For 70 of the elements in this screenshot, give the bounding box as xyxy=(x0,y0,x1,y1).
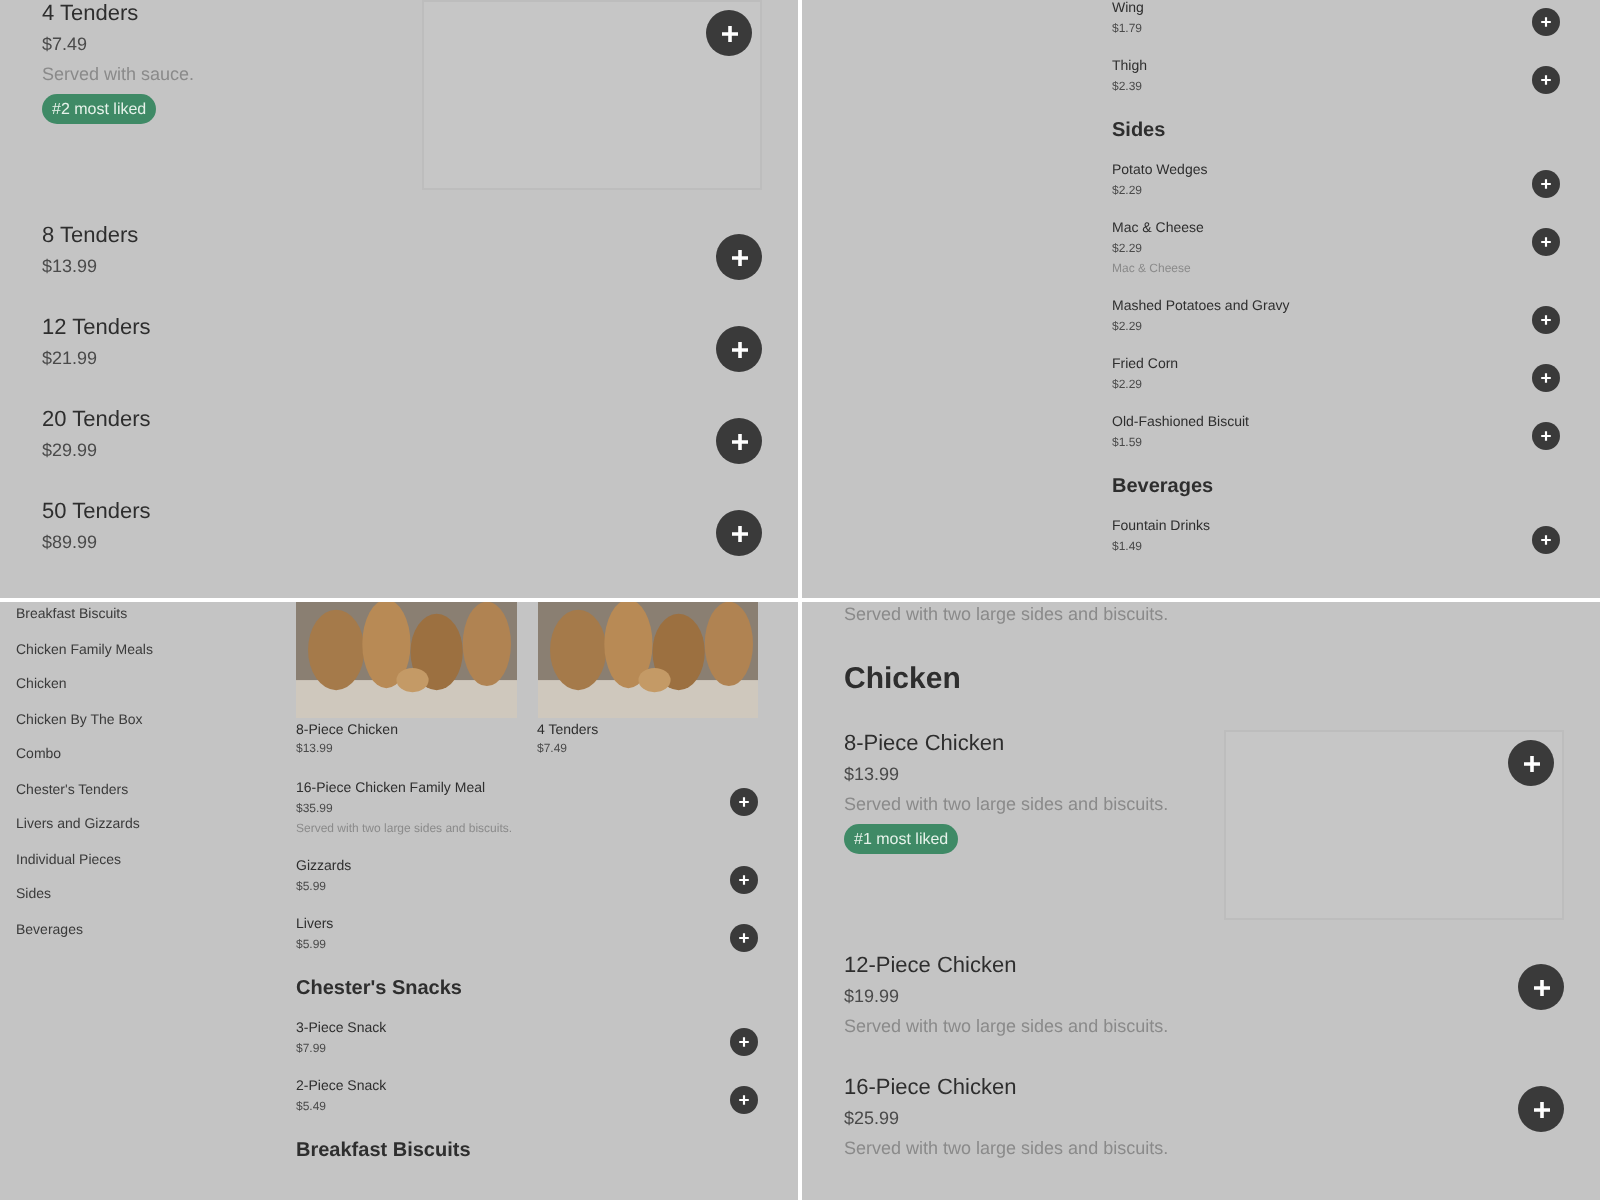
add-button[interactable] xyxy=(1532,364,1560,392)
add-button[interactable] xyxy=(730,1028,758,1056)
add-button[interactable] xyxy=(1508,740,1554,786)
add-button[interactable] xyxy=(730,1086,758,1114)
add-button[interactable] xyxy=(1532,228,1560,256)
most-liked-badge: #2 most liked xyxy=(42,94,157,124)
section-title: Sides xyxy=(1112,120,1168,144)
plus-icon xyxy=(738,796,750,808)
add-button[interactable] xyxy=(730,788,758,816)
item-price: $25.99 xyxy=(844,1106,902,1132)
plus-icon xyxy=(729,339,749,359)
item-name: 50 Tenders xyxy=(42,498,151,528)
plus-icon xyxy=(1540,16,1552,28)
add-button[interactable] xyxy=(1532,170,1560,198)
item-name: 8-Piece Chicken xyxy=(844,730,1007,760)
item-name: 4 Tenders xyxy=(42,0,141,30)
add-button[interactable] xyxy=(716,418,762,464)
plus-icon xyxy=(738,932,750,944)
item-description: Served with two large sides and biscuits. xyxy=(844,1014,1169,1040)
section-title: Chester's Snacks xyxy=(296,978,464,1002)
plus-icon xyxy=(719,23,739,43)
plus-icon xyxy=(729,431,749,451)
add-button[interactable] xyxy=(716,326,762,372)
section-title: Beverages xyxy=(1112,476,1216,500)
plus-icon xyxy=(729,247,749,267)
item-description: Served with two large sides and biscuits. xyxy=(844,1136,1169,1162)
plus-icon xyxy=(1540,236,1552,248)
plus-icon xyxy=(1540,372,1552,384)
add-button[interactable] xyxy=(1532,66,1560,94)
item-description: Served with two large sides and biscuits. xyxy=(844,602,1171,626)
section-title: Chicken xyxy=(844,662,963,698)
plus-icon xyxy=(738,874,750,886)
section-title: Breakfast Biscuits xyxy=(296,1140,473,1164)
add-button[interactable] xyxy=(730,866,758,894)
plus-icon xyxy=(1540,74,1552,86)
item-description: Served with two large sides and biscuits. xyxy=(844,792,1169,818)
item-name: 16-Piece Chicken xyxy=(844,1074,1019,1104)
plus-icon xyxy=(1540,178,1552,190)
item-name: 12 Tenders xyxy=(42,314,151,344)
add-button[interactable] xyxy=(1532,306,1560,334)
add-button[interactable] xyxy=(1532,422,1560,450)
plus-icon xyxy=(1540,534,1552,546)
plus-icon xyxy=(1521,753,1541,773)
item-price: $13.99 xyxy=(42,254,100,280)
plus-icon xyxy=(738,1036,750,1048)
add-button[interactable] xyxy=(730,924,758,952)
most-liked-badge: #1 most liked xyxy=(844,824,959,854)
item-description: Served with sauce. xyxy=(42,62,195,88)
item-price: $7.49 xyxy=(42,32,90,58)
add-button[interactable] xyxy=(716,234,762,280)
add-button[interactable] xyxy=(706,10,752,56)
add-button[interactable] xyxy=(1532,526,1560,554)
item-name: 8 Tenders xyxy=(42,222,139,252)
plus-icon xyxy=(1531,1099,1551,1119)
add-button[interactable] xyxy=(1518,1086,1564,1132)
item-price: $29.99 xyxy=(42,438,100,464)
plus-icon xyxy=(738,1094,750,1106)
plus-icon xyxy=(1540,430,1552,442)
item-price: $89.99 xyxy=(42,530,100,556)
add-button[interactable] xyxy=(1518,964,1564,1010)
plus-icon xyxy=(1531,977,1551,997)
plus-icon xyxy=(1540,314,1552,326)
add-button[interactable] xyxy=(1532,8,1560,36)
add-button[interactable] xyxy=(716,510,762,556)
item-price: $13.99 xyxy=(844,762,902,788)
item-name: 20 Tenders xyxy=(42,406,151,436)
plus-icon xyxy=(729,523,749,543)
item-price: $21.99 xyxy=(42,346,100,372)
item-price: $19.99 xyxy=(844,984,902,1010)
item-name: 12-Piece Chicken xyxy=(844,952,1019,982)
